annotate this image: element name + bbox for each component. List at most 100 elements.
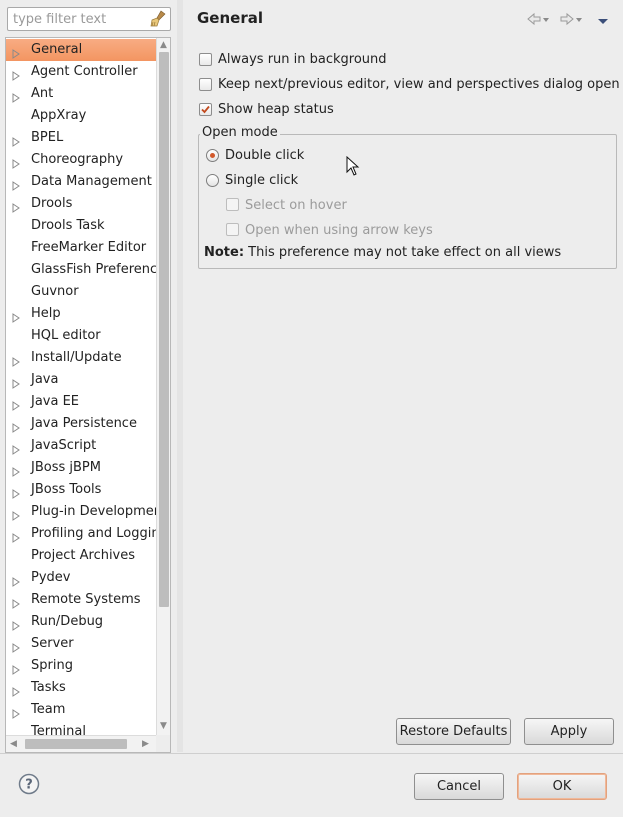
select-on-hover-checkbox[interactable] bbox=[226, 198, 239, 211]
expand-arrow-icon[interactable] bbox=[11, 155, 21, 169]
tree-item[interactable]: Choreography bbox=[6, 149, 156, 171]
tree-item[interactable]: Java Persistence bbox=[6, 413, 156, 435]
single-click-radio[interactable] bbox=[206, 174, 219, 187]
tree-item[interactable]: JavaScript bbox=[6, 435, 156, 457]
tree-item[interactable]: JBoss Tools bbox=[6, 479, 156, 501]
expand-arrow-icon[interactable] bbox=[11, 683, 21, 697]
expand-arrow-icon[interactable] bbox=[11, 463, 21, 477]
preference-tree[interactable]: General Agent Controller Ant AppXray BPEL Cho… bbox=[5, 37, 171, 753]
tree-item[interactable]: Guvnor bbox=[6, 281, 156, 303]
open-arrow-keys-label[interactable]: Open when using arrow keys bbox=[245, 223, 433, 238]
expand-arrow-icon[interactable] bbox=[11, 705, 21, 719]
expand-arrow-icon[interactable] bbox=[11, 67, 21, 81]
tree-item[interactable]: Plug-in Development bbox=[6, 501, 156, 523]
expand-arrow-icon[interactable] bbox=[11, 617, 21, 631]
expand-arrow-icon[interactable] bbox=[11, 419, 21, 433]
always-run-checkbox[interactable] bbox=[199, 53, 212, 66]
cancel-button[interactable]: Cancel bbox=[414, 773, 504, 800]
expand-arrow-icon[interactable] bbox=[11, 397, 21, 411]
vertical-scroll-thumb[interactable] bbox=[159, 52, 169, 607]
help-icon[interactable]: ? bbox=[18, 773, 40, 795]
tree-item[interactable]: Help bbox=[6, 303, 156, 325]
tree-list[interactable]: General Agent Controller Ant AppXray BPEL Cho… bbox=[6, 38, 156, 735]
expand-arrow-icon[interactable] bbox=[11, 485, 21, 499]
expand-arrow-icon[interactable] bbox=[11, 595, 21, 609]
tree-item[interactable]: Install/Update bbox=[6, 347, 156, 369]
double-click-label[interactable]: Double click bbox=[225, 148, 304, 163]
view-menu-icon[interactable] bbox=[596, 12, 610, 30]
ok-button[interactable]: OK bbox=[517, 773, 607, 800]
tree-item[interactable]: Pydev bbox=[6, 567, 156, 589]
single-click-label[interactable]: Single click bbox=[225, 173, 298, 188]
keep-next-prev-label[interactable]: Keep next/previous editor, view and pers… bbox=[218, 77, 620, 92]
tree-item[interactable]: Terminal bbox=[6, 721, 156, 735]
scroll-left-icon[interactable]: ◀ bbox=[10, 739, 17, 749]
tree-item[interactable]: Server bbox=[6, 633, 156, 655]
tree-item[interactable]: GlassFish Preferences bbox=[6, 259, 156, 281]
tree-item[interactable]: General bbox=[6, 39, 156, 61]
expand-arrow-icon[interactable] bbox=[11, 199, 21, 213]
tree-item-label: Team bbox=[31, 702, 66, 717]
broom-icon[interactable] bbox=[149, 10, 167, 28]
expand-arrow-icon[interactable] bbox=[11, 353, 21, 367]
show-heap-checkbox[interactable] bbox=[199, 103, 212, 116]
filter-input[interactable] bbox=[8, 8, 153, 30]
expand-arrow-icon[interactable] bbox=[11, 507, 21, 521]
tree-item[interactable]: Drools bbox=[6, 193, 156, 215]
expand-arrow-icon[interactable] bbox=[11, 441, 21, 455]
tree-item[interactable]: Profiling and Logging bbox=[6, 523, 156, 545]
tree-item-label: Help bbox=[31, 306, 61, 321]
tree-item[interactable]: Run/Debug bbox=[6, 611, 156, 633]
scroll-down-icon[interactable]: ▼ bbox=[160, 721, 167, 731]
tree-item[interactable]: Tasks bbox=[6, 677, 156, 699]
restore-defaults-button[interactable]: Restore Defaults bbox=[396, 718, 511, 745]
tree-item[interactable]: FreeMarker Editor bbox=[6, 237, 156, 259]
forward-arrow-icon[interactable] bbox=[560, 12, 586, 30]
tree-item[interactable]: Spring bbox=[6, 655, 156, 677]
tree-item[interactable]: Project Archives bbox=[6, 545, 156, 567]
horizontal-scroll-thumb[interactable] bbox=[25, 739, 127, 749]
expand-arrow-icon[interactable] bbox=[11, 375, 21, 389]
tree-item-label: Java Persistence bbox=[31, 416, 137, 431]
tree-item-label: Pydev bbox=[31, 570, 71, 585]
expand-arrow-icon[interactable] bbox=[11, 639, 21, 653]
tree-item[interactable]: Data Management bbox=[6, 171, 156, 193]
apply-button[interactable]: Apply bbox=[524, 718, 614, 745]
tree-item[interactable]: Java EE bbox=[6, 391, 156, 413]
double-click-radio[interactable] bbox=[206, 149, 219, 162]
scroll-right-icon[interactable]: ▶ bbox=[142, 739, 149, 749]
tree-item[interactable]: BPEL bbox=[6, 127, 156, 149]
filter-field[interactable] bbox=[7, 7, 171, 31]
expand-arrow-icon[interactable] bbox=[11, 573, 21, 587]
expand-arrow-icon[interactable] bbox=[11, 89, 21, 103]
tree-item[interactable]: Ant bbox=[6, 83, 156, 105]
panel-sash[interactable] bbox=[177, 0, 183, 752]
tree-item[interactable]: Remote Systems bbox=[6, 589, 156, 611]
tree-item[interactable]: HQL editor bbox=[6, 325, 156, 347]
select-on-hover-label[interactable]: Select on hover bbox=[245, 198, 347, 213]
tree-item[interactable]: Drools Task bbox=[6, 215, 156, 237]
expand-arrow-icon[interactable] bbox=[11, 529, 21, 543]
open-arrow-keys-checkbox[interactable] bbox=[226, 223, 239, 236]
expand-arrow-icon[interactable] bbox=[11, 177, 21, 191]
divider bbox=[0, 753, 623, 754]
tree-item[interactable]: Agent Controller bbox=[6, 61, 156, 83]
tree-item-label: Java EE bbox=[31, 394, 80, 409]
expand-arrow-icon[interactable] bbox=[11, 133, 21, 147]
horizontal-scrollbar[interactable]: ◀ ▶ bbox=[6, 735, 156, 752]
keep-next-prev-checkbox[interactable] bbox=[199, 78, 212, 91]
tree-item-label: Run/Debug bbox=[31, 614, 104, 629]
expand-arrow-icon[interactable] bbox=[11, 661, 21, 675]
vertical-scrollbar[interactable]: ▲ ▼ bbox=[156, 38, 170, 735]
expand-arrow-icon[interactable] bbox=[11, 309, 21, 323]
tree-item[interactable]: Team bbox=[6, 699, 156, 721]
back-arrow-icon[interactable] bbox=[527, 12, 551, 30]
tree-item-label: General bbox=[31, 42, 83, 57]
tree-item[interactable]: Java bbox=[6, 369, 156, 391]
tree-item[interactable]: AppXray bbox=[6, 105, 156, 127]
expand-arrow-icon[interactable] bbox=[11, 45, 21, 59]
scroll-up-icon[interactable]: ▲ bbox=[160, 40, 167, 50]
tree-item[interactable]: JBoss jBPM bbox=[6, 457, 156, 479]
always-run-label[interactable]: Always run in background bbox=[218, 52, 387, 67]
show-heap-label[interactable]: Show heap status bbox=[218, 102, 334, 117]
